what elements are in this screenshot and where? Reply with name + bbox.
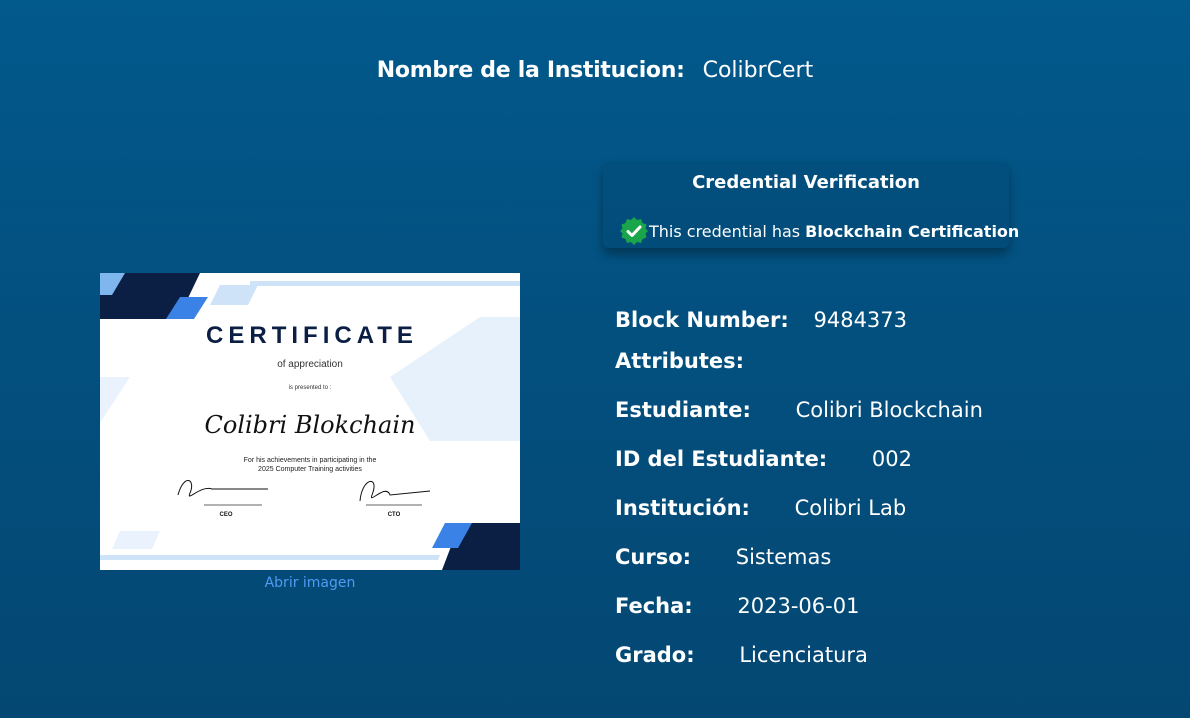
institution-value: ColibrCert (702, 58, 814, 83)
cert-presented: is presented to : (289, 385, 332, 391)
block-number-value: 9484373 (813, 308, 908, 332)
field-label-curso: Curso: (615, 545, 692, 569)
field-label-fecha: Fecha: (615, 594, 693, 618)
field-label-institucion: Institución: (615, 496, 750, 520)
cert-subheading: of appreciation (277, 359, 343, 370)
field-label-estudiante: Estudiante: (615, 398, 751, 422)
verification-strong-text: Blockchain Certification (805, 221, 1020, 241)
cert-sign-ceo: CEO (219, 512, 232, 518)
field-value-curso: Sistemas (735, 545, 832, 569)
attributes-heading: Attributes: (615, 349, 744, 373)
field-row-institucion: Institución: Colibri Lab (615, 496, 906, 520)
verification-text: This credential has (649, 221, 801, 241)
field-row-id-estudiante: ID del Estudiante: 002 (615, 447, 912, 471)
open-image-link[interactable]: Abrir imagen (100, 575, 520, 591)
cert-heading: CERTIFICATE (206, 322, 418, 349)
block-number-row: Block Number: 9484373 (615, 308, 907, 332)
verification-title: Credential Verification (692, 172, 920, 193)
credential-verification-card: Credential Verification This credential … (603, 162, 1019, 248)
attributes-label: Attributes: (615, 349, 745, 373)
institution-header: Nombre de la Institucion: ColibrCert (0, 58, 1190, 83)
field-row-fecha: Fecha: 2023-06-01 (615, 594, 859, 618)
cert-recipient: Colibri Blokchain (205, 411, 416, 439)
institution-label: Nombre de la Institucion: (376, 58, 685, 83)
field-value-institucion: Colibri Lab (794, 496, 907, 520)
verified-check-icon (619, 216, 649, 246)
cert-line2: 2025 Computer Training activities (258, 466, 362, 473)
certificate-graphic: CERTIFICATE of appreciation is presented… (100, 273, 520, 570)
block-number-label: Block Number: (615, 308, 789, 332)
field-value-estudiante: Colibri Blockchain (795, 398, 983, 422)
cert-sign-cto: CTO (388, 512, 401, 518)
field-value-id-estudiante: 002 (871, 447, 912, 471)
cert-line1: For his achievements in participating in… (244, 457, 377, 464)
field-value-grado: Licenciatura (739, 643, 868, 667)
field-label-grado: Grado: (615, 643, 695, 667)
field-row-curso: Curso: Sistemas (615, 545, 831, 569)
field-label-id-estudiante: ID del Estudiante: (615, 447, 828, 471)
certificate-image[interactable]: CERTIFICATE of appreciation is presented… (100, 273, 520, 570)
field-value-fecha: 2023-06-01 (737, 594, 860, 618)
field-row-estudiante: Estudiante: Colibri Blockchain (615, 398, 983, 422)
field-row-grado: Grado: Licenciatura (615, 643, 868, 667)
verification-line: This credential has Blockchain Certifica… (619, 216, 1019, 246)
